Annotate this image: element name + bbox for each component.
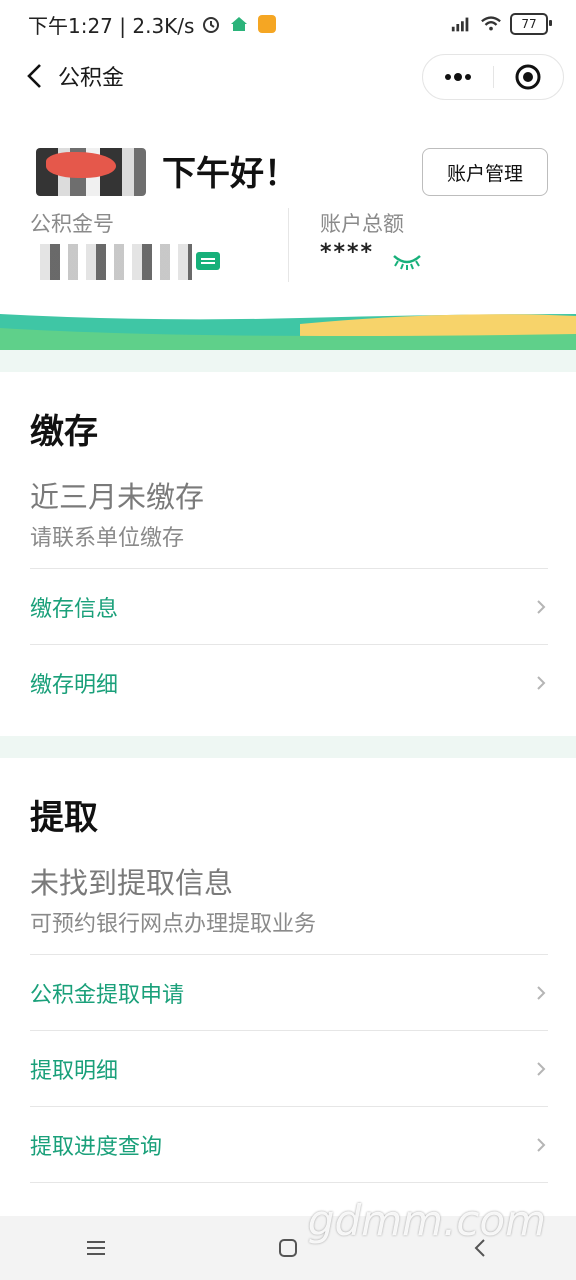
- watermark: gdmm.com: [307, 1196, 546, 1245]
- page-title: 公积金: [58, 66, 125, 91]
- title-bar: 公积金: [0, 48, 576, 104]
- square-home-icon: [279, 1239, 297, 1257]
- menu-item-label: 公积金提取申请: [30, 982, 185, 1008]
- home-button[interactable]: [268, 1228, 308, 1268]
- menu-item-label: 缴存信息: [30, 596, 119, 622]
- back-arrow-icon: [27, 64, 41, 88]
- status-time: 下午1:27 | 2.3K/s: [28, 13, 195, 38]
- menu-item-label: 提取明细: [30, 1058, 119, 1084]
- mini-app-icon: [256, 13, 278, 35]
- content-area: 缴存 近三月未缴存 请联系单位缴存 缴存信息 缴存明细 提取 未找到提取信息 可…: [0, 350, 576, 1216]
- account-management-button[interactable]: 账户管理: [422, 148, 548, 196]
- status-right: 77: [450, 13, 552, 35]
- home-app-icon: [228, 13, 250, 35]
- withdrawal-card: 提取 未找到提取信息 可预约银行网点办理提取业务 公积金提取申请 提取明细 提取…: [0, 758, 576, 1216]
- header-wave-decoration: [0, 314, 576, 350]
- wifi-icon: [480, 13, 502, 35]
- close-mini-program-button[interactable]: [494, 63, 564, 91]
- fund-number-label: 公积金号: [30, 212, 114, 236]
- menu-button[interactable]: [76, 1228, 116, 1268]
- total-amount-label: 账户总额: [320, 212, 404, 236]
- chevron-right-icon: [534, 675, 548, 690]
- chevron-right-icon: [534, 985, 548, 1000]
- section-status: 未找到提取信息: [30, 866, 234, 900]
- status-bar: 下午1:27 | 2.3K/s 77: [0, 0, 576, 48]
- target-icon: [515, 64, 541, 90]
- card-icon[interactable]: [196, 252, 220, 270]
- alarm-icon: [200, 13, 222, 35]
- section-status: 近三月未缴存: [30, 480, 205, 514]
- menu-item-deposit-detail[interactable]: 缴存明细: [30, 644, 548, 720]
- battery-icon: 77: [510, 13, 552, 35]
- greeting: 下午好！: [162, 154, 298, 194]
- menu-item-label: 缴存明细: [30, 672, 119, 698]
- section-substatus: 可预约银行网点办理提取业务: [30, 912, 317, 937]
- mini-program-capsule: [422, 54, 564, 100]
- chevron-right-icon: [534, 599, 548, 614]
- menu-item-withdrawal-progress[interactable]: 提取进度查询: [30, 1106, 548, 1182]
- menu-item-label: 提取进度查询: [30, 1134, 163, 1160]
- hamburger-icon: [87, 1241, 105, 1255]
- chevron-right-icon: [534, 1061, 548, 1076]
- more-dots-icon: [444, 73, 471, 81]
- section-title: 提取: [30, 798, 98, 838]
- chevron-right-icon: [534, 1137, 548, 1152]
- fund-number-blurred: [32, 244, 192, 280]
- back-button[interactable]: [20, 62, 48, 90]
- menu-item-withdrawal-apply[interactable]: 公积金提取申请: [30, 954, 548, 1030]
- signal-icon: [450, 13, 472, 35]
- section-title: 缴存: [30, 412, 98, 452]
- deposit-card: 缴存 近三月未缴存 请联系单位缴存 缴存信息 缴存明细: [0, 372, 576, 736]
- menu-item-deposit-info[interactable]: 缴存信息: [30, 568, 548, 644]
- blurred-username: [36, 148, 146, 196]
- menu-item-withdrawal-detail[interactable]: 提取明细: [30, 1030, 548, 1106]
- more-button[interactable]: [423, 72, 493, 82]
- total-amount-value: ****: [320, 240, 375, 265]
- section-substatus: 请联系单位缴存: [30, 526, 185, 551]
- header-divider: [288, 208, 289, 282]
- status-left: 下午1:27 | 2.3K/s: [28, 10, 278, 39]
- eye-closed-icon[interactable]: [392, 252, 422, 270]
